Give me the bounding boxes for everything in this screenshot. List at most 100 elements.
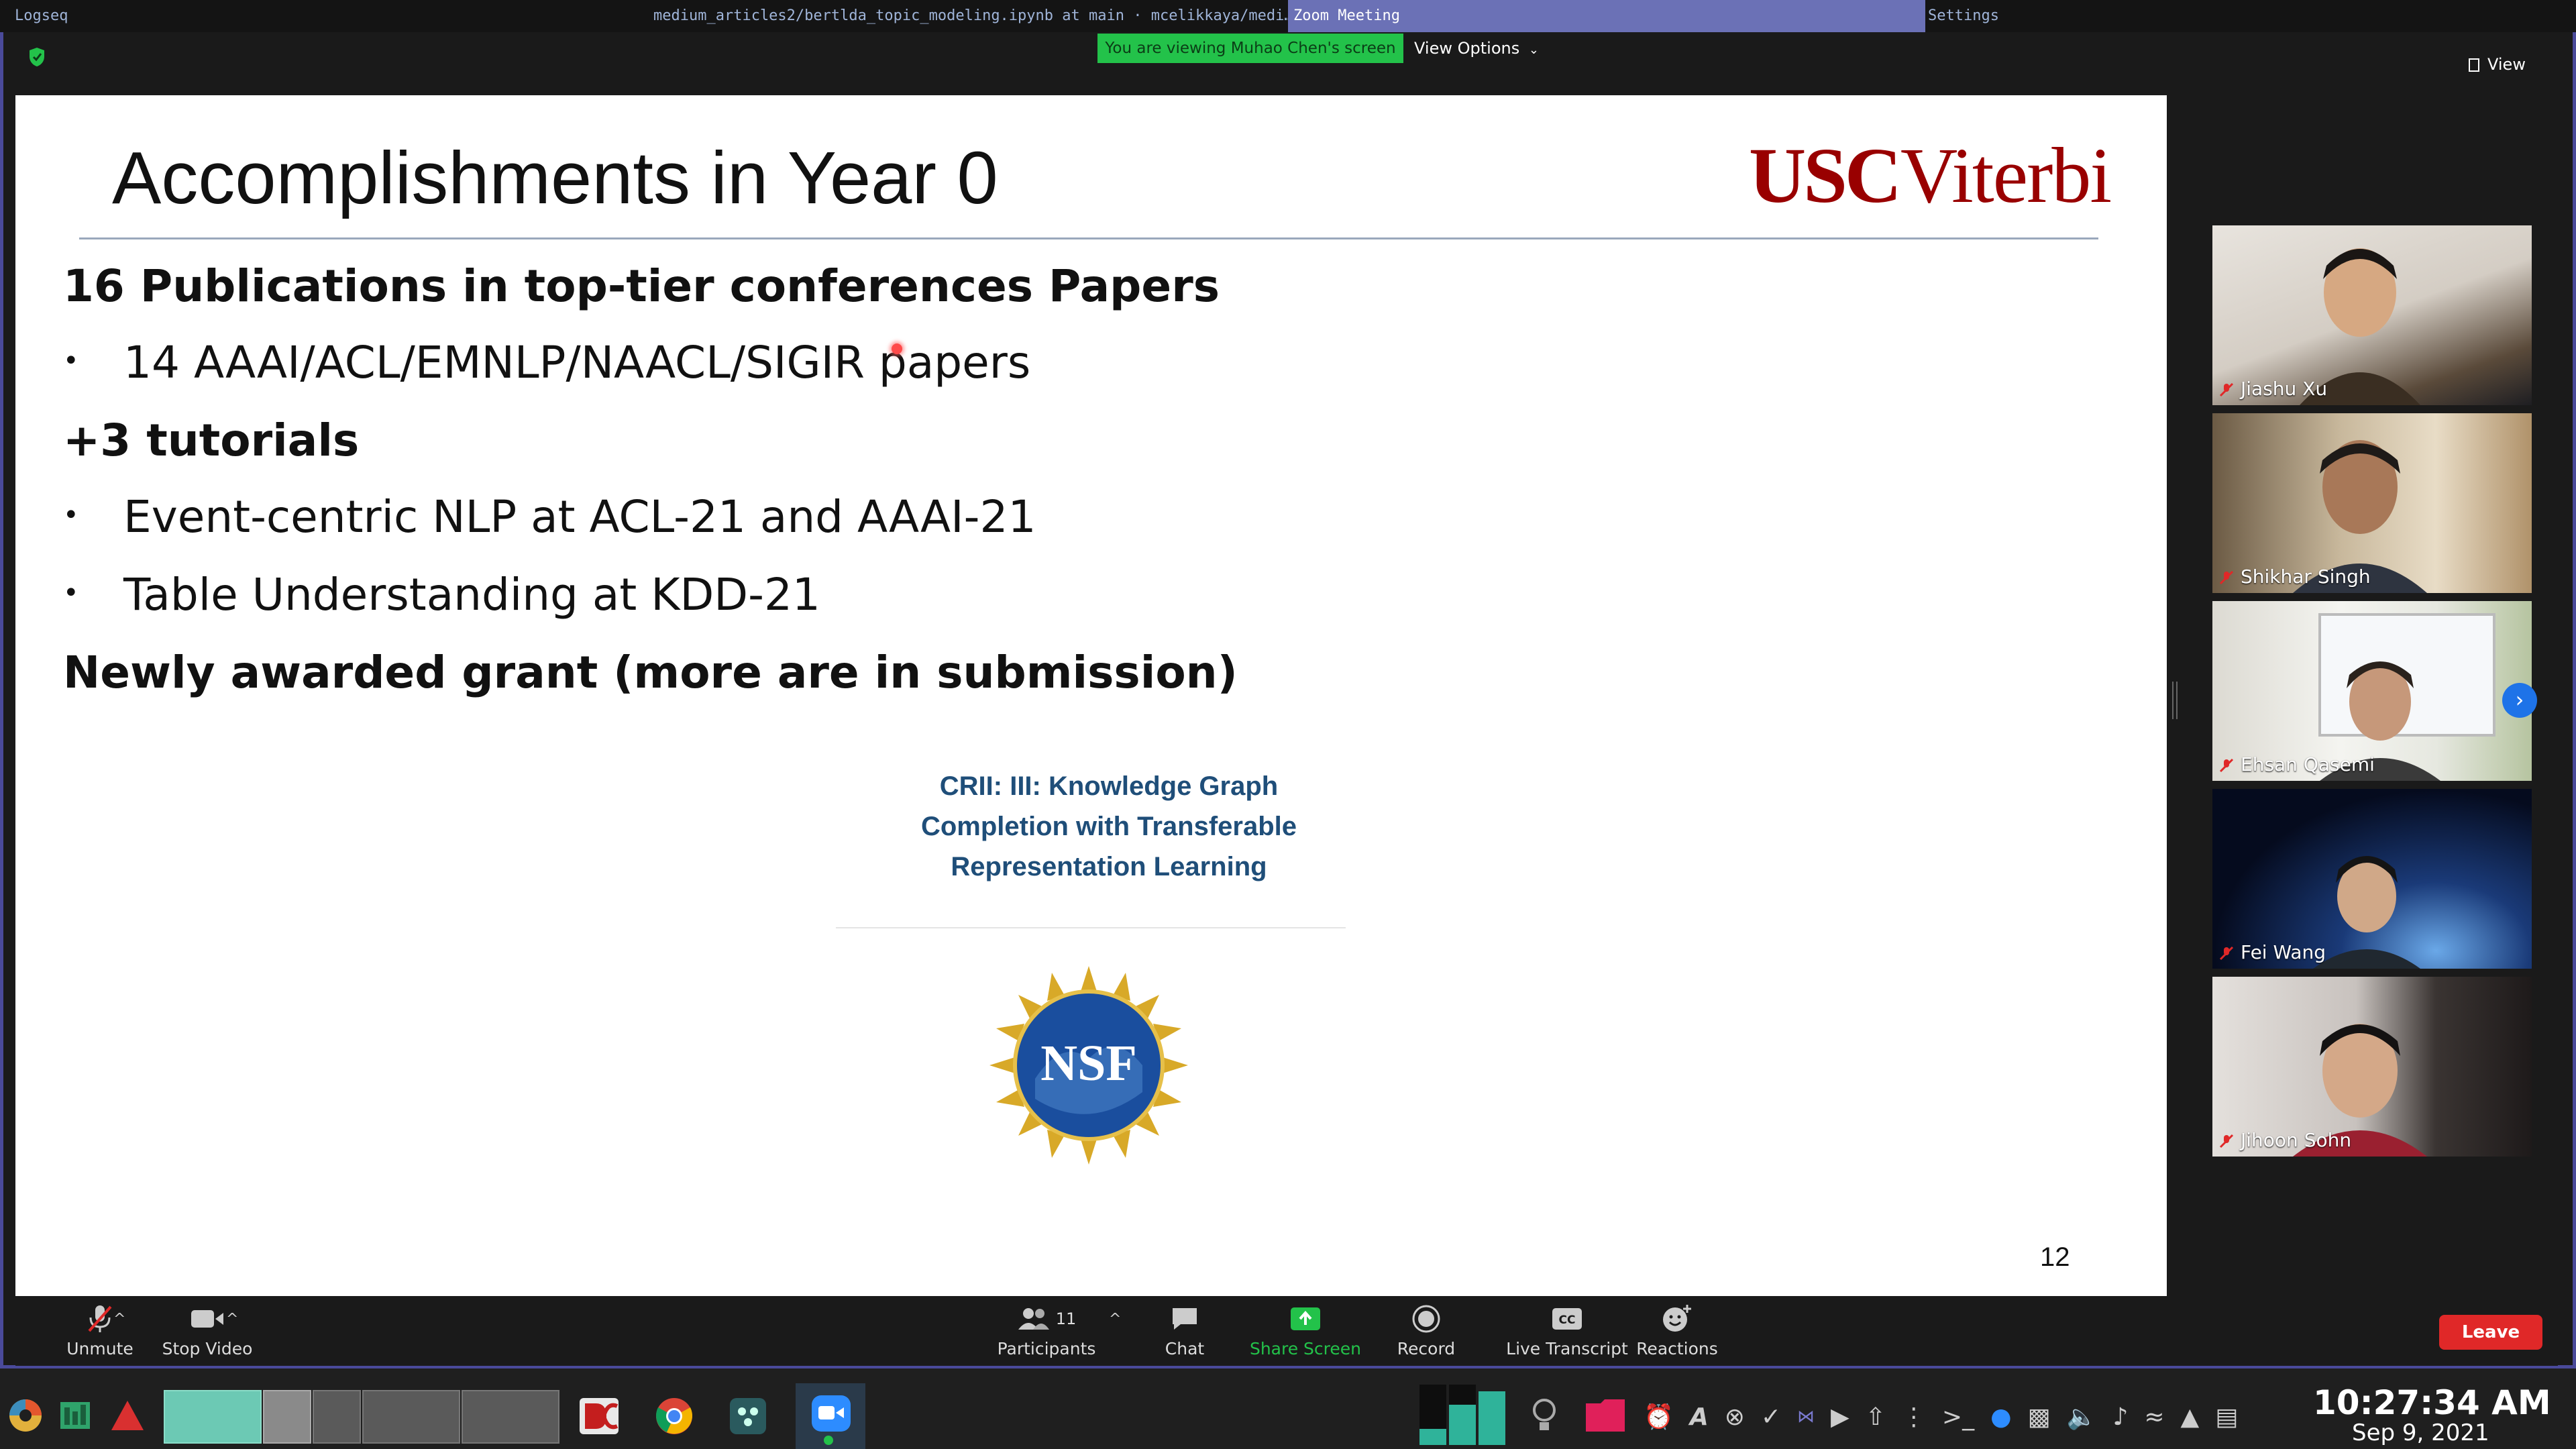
reactions-label: Reactions (1636, 1339, 1718, 1358)
window-layout-icon[interactable]: ▤ (2215, 1403, 2238, 1431)
participant-tile[interactable]: Fei Wang (2212, 789, 2532, 969)
chat-label: Chat (1165, 1339, 1205, 1358)
system-monitor-graph[interactable] (1419, 1385, 1513, 1445)
svg-text:CC: CC (1559, 1313, 1576, 1327)
workspace-2[interactable] (263, 1390, 311, 1444)
participant-tile[interactable]: Shikhar Singh (2212, 413, 2532, 593)
update-icon[interactable]: ⇧ (1866, 1403, 1886, 1431)
panel-resize-handle[interactable] (2172, 682, 2178, 719)
slide-heading-grant: Newly awarded grant (more are in submiss… (63, 647, 1238, 698)
crossed-circle-icon[interactable]: ⊗ (1725, 1403, 1745, 1431)
audio-options-caret-icon[interactable]: ^ (113, 1311, 125, 1328)
clipboard-icon[interactable]: ▩ (2028, 1403, 2051, 1431)
grant-title-line: Representation Learning (951, 852, 1267, 881)
alarm-icon[interactable]: ⏰ (1644, 1403, 1674, 1431)
title-tab-browser[interactable]: medium_articles2/bertlda_topic_modeling.… (653, 0, 1288, 32)
leave-meeting-button[interactable]: Leave (2439, 1315, 2542, 1350)
stop-video-button[interactable]: Stop Video (147, 1303, 268, 1358)
workspace-3[interactable] (313, 1390, 361, 1444)
slide-bullet-text: Table Understanding at KDD-21 (123, 569, 820, 621)
lightbulb-icon[interactable] (1531, 1397, 1558, 1434)
video-options-caret-icon[interactable]: ^ (226, 1311, 238, 1328)
participant-tile[interactable]: Jihoon Sohn (2212, 977, 2532, 1157)
microphone-icon[interactable]: ♪ (2112, 1403, 2128, 1431)
view-options-dropdown[interactable]: View Options ⌄ (1406, 34, 1547, 63)
participant-tile[interactable]: Ehsan Qasemi (2212, 601, 2532, 781)
participant-name-label: Jihoon Sohn (2219, 1129, 2351, 1151)
participants-count: 11 (1055, 1309, 1077, 1328)
grid-icon[interactable]: ⋮ (1902, 1403, 1926, 1431)
mic-muted-icon (2219, 758, 2234, 773)
slide-page-number: 12 (2040, 1242, 2070, 1272)
pdf-app-icon[interactable] (110, 1398, 145, 1433)
grant-title: CRII: III: Knowledge Graph Completion wi… (820, 766, 1397, 887)
slide-bullet: • Event-centric NLP at ACL-21 and AAAI-21 (63, 491, 1036, 543)
title-tab-settings[interactable]: Settings (1928, 0, 2196, 32)
mic-muted-icon (2219, 1134, 2234, 1148)
shield-icon[interactable] (28, 47, 46, 67)
zoom-active-dot (824, 1436, 833, 1445)
chevron-down-icon: ⌄ (1528, 43, 1539, 57)
record-icon (1412, 1305, 1440, 1333)
volume-icon[interactable]: 🔈 (2067, 1403, 2097, 1431)
participants-button[interactable]: 11 Participants (986, 1303, 1107, 1358)
participants-icon (1018, 1308, 1049, 1330)
tray-expand-icon[interactable]: ▲ (2181, 1403, 2200, 1431)
view-button[interactable]: View (2469, 50, 2542, 79)
chat-button[interactable]: Chat (1124, 1303, 1245, 1358)
slide-heading-publications: 16 Publications in top-tier conferences … (63, 260, 1220, 312)
reactions-smiley-icon (1663, 1305, 1691, 1332)
workspace-5[interactable] (462, 1390, 559, 1444)
slide-bullet: • 14 AAAI/ACL/EMNLP/NAACL/SIGIR papers (63, 337, 1031, 388)
share-screen-button[interactable]: Share Screen (1245, 1303, 1366, 1358)
share-screen-label: Share Screen (1249, 1339, 1362, 1358)
terminal-icon[interactable]: >_ (1942, 1403, 1974, 1431)
folder-app-icon[interactable] (1585, 1397, 1626, 1433)
app-launcher-icon[interactable] (7, 1397, 44, 1434)
participant-name: Shikhar Singh (2241, 566, 2371, 588)
slide-bullet: • Table Understanding at KDD-21 (63, 569, 820, 621)
clock-date[interactable]: Sep 9, 2021 (2352, 1419, 2489, 1446)
title-tab-zoom-meeting[interactable]: Zoom Meeting (1288, 0, 1925, 32)
participant-name-label: Fei Wang (2219, 941, 2326, 963)
record-label: Record (1397, 1339, 1456, 1358)
workspace-1[interactable] (164, 1390, 262, 1444)
clock-time[interactable]: 10:27:34 AM (2313, 1383, 2551, 1422)
participant-name-label: Jiashu Xu (2219, 378, 2327, 400)
title-tab-logseq[interactable]: Logseq (15, 0, 216, 32)
next-page-arrow-icon[interactable]: › (2502, 683, 2537, 718)
participant-name: Jihoon Sohn (2241, 1129, 2352, 1151)
unmute-button[interactable]: Unmute (40, 1303, 160, 1358)
laser-pointer (892, 343, 902, 354)
usc-logo: USC (1749, 131, 1902, 219)
chrome-browser-icon[interactable] (655, 1397, 694, 1436)
video-camera-icon (191, 1310, 223, 1328)
slide-bullet-text: Event-centric NLP at ACL-21 and AAAI-21 (123, 491, 1036, 543)
participants-options-caret-icon[interactable]: ^ (1109, 1311, 1121, 1328)
participant-name-label: Ehsan Qasemi (2219, 753, 2375, 775)
record-button[interactable]: Record (1366, 1303, 1487, 1358)
participant-name-label: Shikhar Singh (2219, 566, 2371, 588)
window-title-bar: Logseq medium_articles2/bertlda_topic_mo… (0, 0, 2576, 32)
font-icon[interactable]: A (1690, 1403, 1709, 1431)
view-label: View (2487, 55, 2526, 74)
wifi-icon[interactable]: ≈ (2144, 1403, 2164, 1431)
document-app-icon[interactable] (578, 1397, 620, 1436)
files-app-icon[interactable] (58, 1398, 93, 1433)
zoom-app-icon[interactable] (810, 1393, 852, 1434)
slide-heading-tutorials: +3 tutorials (63, 415, 360, 466)
feather-icon[interactable]: ✓ (1761, 1403, 1781, 1431)
mic-muted-icon (88, 1305, 112, 1332)
participant-tile[interactable]: Jiashu Xu (2212, 225, 2532, 405)
play-icon[interactable]: ▶ (1831, 1403, 1849, 1431)
zoom-tray-icon[interactable]: ● (1990, 1403, 2011, 1431)
participant-name: Ehsan Qasemi (2241, 753, 2375, 775)
reactions-button[interactable]: Reactions (1617, 1303, 1737, 1358)
meeting-app-icon[interactable] (729, 1397, 767, 1436)
grant-divider (836, 927, 1346, 928)
system-tray: ⏰ A ⊗ ✓ ⋈ ▶ ⇧ ⋮ >_ ● ▩ 🔈 ♪ ≈ ▲ ▤ (1644, 1398, 2314, 1436)
plugin-icon[interactable]: ⋈ (1797, 1407, 1815, 1427)
view-options-label: View Options (1414, 39, 1520, 58)
viewing-screen-banner: You are viewing Muhao Chen's screen (1097, 34, 1403, 63)
workspace-4[interactable] (362, 1390, 460, 1444)
